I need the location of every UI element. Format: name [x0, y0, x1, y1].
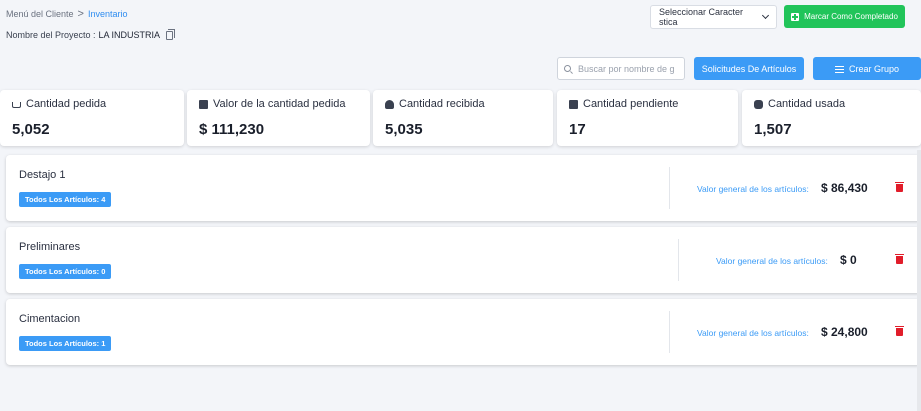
stat-label: Cantidad usada	[768, 98, 846, 110]
project-label: Nombre del Proyecto :	[6, 30, 96, 40]
stat-card-ordered-value: Valor de la cantidad pedida $ 111,230	[187, 90, 370, 146]
group-value-label: Valor general de los artículos:	[697, 328, 809, 338]
characteristic-select-value: Seleccionar Caracter stica	[659, 7, 744, 27]
stat-value: 1,507	[754, 121, 792, 138]
breadcrumb-separator: >	[77, 8, 84, 20]
group-card[interactable]: Destajo 1 Todos Los Artículos: 4 Valor g…	[6, 155, 921, 221]
sliders-icon	[834, 65, 844, 73]
create-group-label: Crear Grupo	[848, 63, 900, 74]
stat-label: Cantidad recibida	[399, 98, 485, 110]
stat-label: Cantidad pendiente	[583, 98, 679, 110]
box-icon	[199, 99, 208, 109]
delete-icon[interactable]	[895, 326, 904, 336]
group-value: $ 0	[840, 253, 857, 267]
group-card[interactable]: Preliminares Todos Los Artículos: 0 Valo…	[6, 227, 921, 293]
group-name: Cimentacion	[19, 313, 81, 325]
chevron-down-icon	[761, 11, 770, 20]
search-field[interactable]	[557, 57, 685, 80]
stat-label: Cantidad pedida	[26, 98, 107, 110]
mark-complete-label: Marcar Como Completado	[804, 12, 898, 21]
all-items-badge[interactable]: Todos Los Artículos: 0	[19, 264, 112, 279]
group-value-label: Valor general de los artículos:	[716, 256, 828, 266]
stat-value: 5,035	[385, 121, 423, 138]
characteristic-select[interactable]: Seleccionar Caracter stica	[650, 5, 777, 29]
cart-icon	[12, 102, 21, 108]
copy-icon[interactable]	[166, 28, 176, 40]
all-items-badge[interactable]: Todos Los Artículos: 1	[19, 336, 112, 351]
group-card[interactable]: Cimentacion Todos Los Artículos: 1 Valor…	[6, 299, 921, 365]
group-name: Destajo 1	[19, 169, 66, 181]
users-icon	[754, 99, 763, 109]
group-name: Preliminares	[19, 241, 81, 253]
stat-card-pending: Cantidad pendiente 17	[557, 90, 738, 146]
stat-card-used: Cantidad usada 1,507	[742, 90, 921, 146]
project-info: Nombre del Proyecto : LA INDUSTRIA	[6, 28, 176, 40]
stat-value: 17	[569, 121, 586, 138]
delete-icon[interactable]	[895, 182, 904, 192]
stat-value: 5,052	[12, 121, 50, 138]
pending-icon	[569, 99, 578, 109]
group-value: $ 86,430	[821, 181, 868, 195]
group-value-label: Valor general de los artículos:	[697, 184, 809, 194]
divider	[678, 239, 679, 281]
create-group-button[interactable]: Crear Grupo	[813, 57, 921, 80]
search-input[interactable]	[578, 63, 678, 74]
item-requests-label: Solicitudes De Artículos	[701, 63, 797, 74]
stat-card-received: Cantidad recibida 5,035	[373, 90, 553, 146]
stat-label: Valor de la cantidad pedida	[213, 98, 346, 110]
group-value: $ 24,800	[821, 325, 868, 339]
item-requests-button[interactable]: Solicitudes De Artículos	[694, 57, 804, 80]
project-name: LA INDUSTRIA	[98, 30, 161, 40]
delete-icon[interactable]	[895, 254, 904, 264]
divider	[669, 167, 670, 209]
plus-square-icon	[791, 12, 800, 21]
hand-icon	[385, 99, 394, 109]
breadcrumb: Menú del Cliente > Inventario	[6, 8, 128, 20]
breadcrumb-current[interactable]: Inventario	[88, 9, 128, 19]
breadcrumb-parent[interactable]: Menú del Cliente	[6, 9, 74, 19]
scrollbar[interactable]	[917, 150, 921, 411]
all-items-badge[interactable]: Todos Los Artículos: 4	[19, 192, 112, 207]
stat-value: $ 111,230	[199, 121, 265, 138]
mark-complete-button[interactable]: Marcar Como Completado	[784, 5, 905, 28]
divider	[669, 311, 670, 353]
search-icon	[564, 65, 571, 72]
stat-card-ordered: Cantidad pedida 5,052	[0, 90, 184, 146]
